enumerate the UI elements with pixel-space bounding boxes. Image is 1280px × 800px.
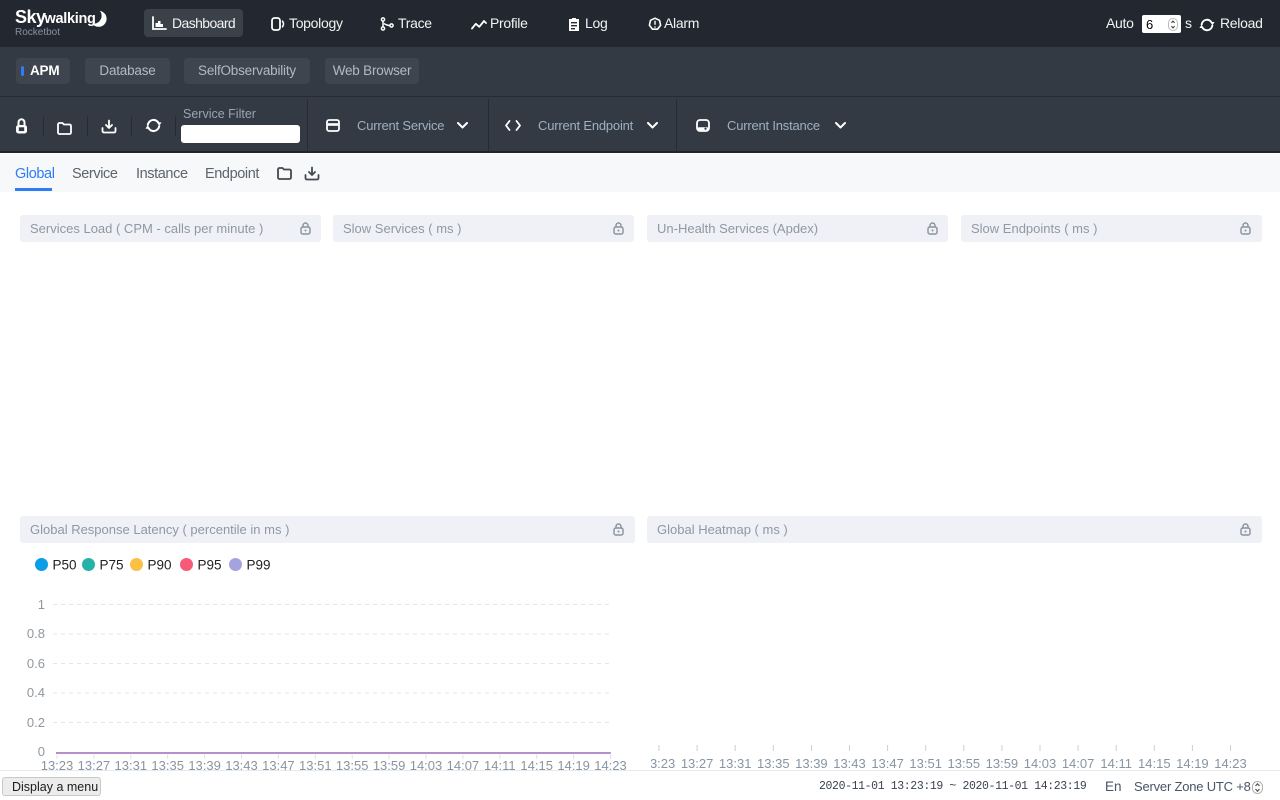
svg-text:0.4: 0.4: [27, 685, 45, 700]
svg-text:13:35: 13:35: [757, 756, 790, 771]
svg-text:0.2: 0.2: [27, 715, 45, 730]
svg-text:13:43: 13:43: [833, 756, 866, 771]
svg-text:0: 0: [38, 744, 45, 759]
svg-text:14:23: 14:23: [1214, 756, 1247, 771]
svg-text:0.6: 0.6: [27, 656, 45, 671]
svg-text:13:55: 13:55: [948, 756, 981, 771]
svg-text:14:19: 14:19: [1176, 756, 1209, 771]
svg-text:13:39: 13:39: [795, 756, 828, 771]
svg-text:13:59: 13:59: [986, 756, 1019, 771]
svg-text:13:27: 13:27: [681, 756, 714, 771]
svg-text:0.8: 0.8: [27, 626, 45, 641]
svg-text:13:31: 13:31: [719, 756, 752, 771]
svg-text:14:07: 14:07: [1062, 756, 1095, 771]
svg-text:14:11: 14:11: [1100, 756, 1132, 771]
svg-text:1: 1: [38, 597, 45, 612]
svg-text:13:51: 13:51: [909, 756, 942, 771]
svg-text:13:47: 13:47: [871, 756, 904, 771]
svg-text:14:15: 14:15: [1138, 756, 1171, 771]
svg-text:14:03: 14:03: [1024, 756, 1057, 771]
